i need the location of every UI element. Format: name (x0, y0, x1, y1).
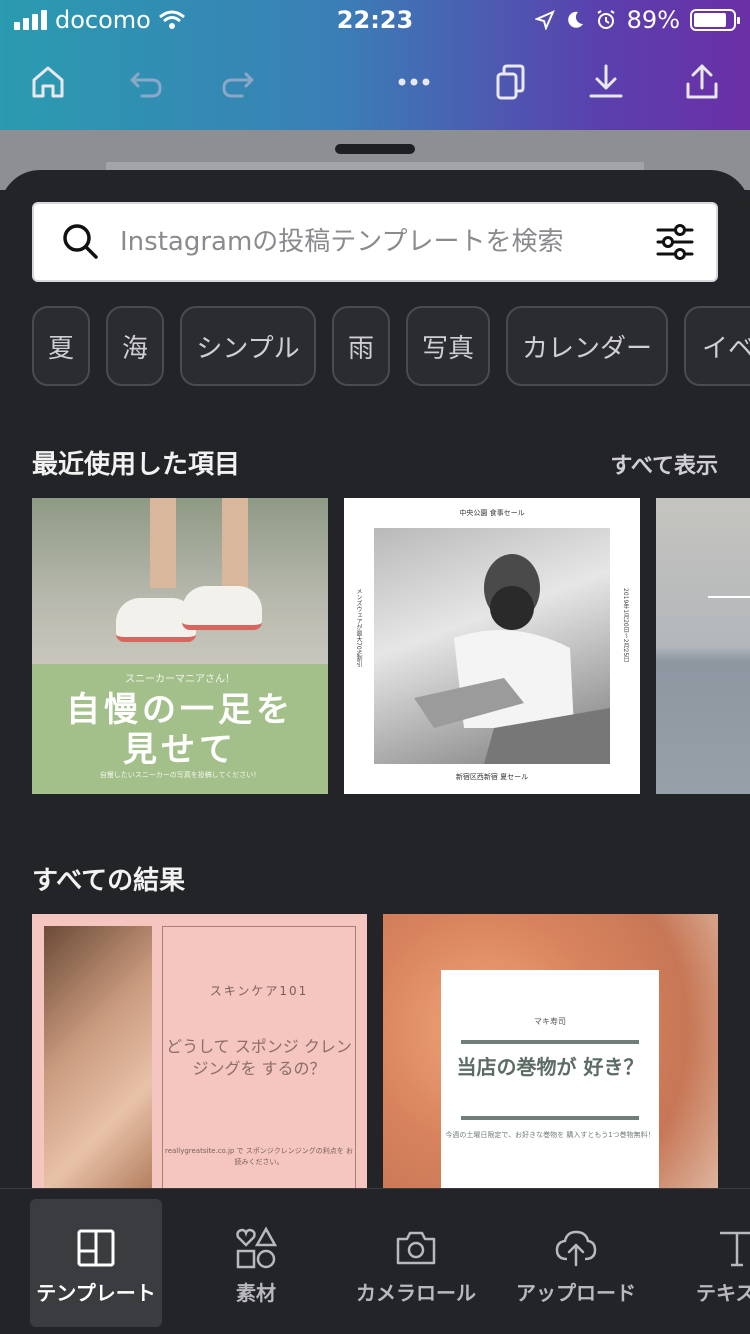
skincare-heading: スキンケア101 (209, 984, 309, 998)
text-icon (720, 1231, 750, 1267)
chip-summer[interactable]: 夏 (32, 306, 90, 386)
status-right: 89% (534, 6, 740, 34)
see-all-link[interactable]: すべて表示 (610, 448, 718, 480)
nav-camera-roll[interactable]: カメラロール (350, 1199, 482, 1327)
sneaker-headline-line2: 見せて (123, 730, 237, 770)
sushi-card: マキ寿司 当店の巻物が 好き？ 今週の土曜日限定で、お好きな巻物を 購入すともう… (441, 970, 659, 1200)
upload-icon (555, 1230, 597, 1267)
man-photo (374, 528, 610, 764)
elements-icon (236, 1226, 278, 1269)
top-bar: docomo 22:23 89% (0, 0, 750, 130)
recent-template-sneaker[interactable]: スニーカーマニアさん！ 自慢の一足を 見せて 自慢したいスニーカーの写真を投稿し… (32, 498, 328, 794)
recent-template-partial[interactable] (656, 498, 750, 794)
sneaker-caption: スニーカーマニアさん！ (125, 674, 235, 685)
sushi-bar-bottom (461, 1116, 639, 1120)
sushi-bar-top (461, 1040, 639, 1044)
template-icon (77, 1229, 115, 1267)
editor-toolbar (0, 50, 750, 114)
copy-icon (496, 64, 525, 100)
recent-template-menswear[interactable]: 中央公園 食事セール メンズウェアが最大70%割引 2019年1月20日〜2月2… (344, 498, 640, 794)
nav-camera-roll-label: カメラロール (356, 1281, 476, 1305)
nav-templates[interactable]: テンプレート (30, 1199, 162, 1327)
chip-event[interactable]: イベ (684, 306, 750, 386)
sneaker-photo (32, 498, 328, 664)
battery-icon (690, 9, 740, 31)
nav-elements[interactable]: 素材 (190, 1199, 322, 1327)
search-icon (63, 224, 98, 259)
nav-text[interactable]: テキスト (670, 1199, 750, 1327)
chip-rain[interactable]: 雨 (332, 306, 390, 386)
share-button[interactable] (678, 58, 726, 106)
undo-button[interactable] (122, 58, 170, 106)
menswear-side-right: 2019年1月20日〜2月25日 (622, 588, 629, 663)
sneaker-headline: 自慢の一足を 見せて (32, 690, 328, 770)
nav-upload-label: アップロード (516, 1281, 636, 1305)
skincare-body: どうして スポンジ クレンジングを するの？ (166, 1037, 352, 1078)
sushi-headline: 当店の巻物が 好き？ (456, 1055, 644, 1079)
more-icon (398, 78, 430, 86)
search-bar[interactable] (32, 202, 718, 282)
menswear-bottom-text: 新宿区西新宿 夏セール (455, 773, 529, 781)
more-button[interactable] (390, 58, 438, 106)
nav-upload[interactable]: アップロード (510, 1199, 642, 1327)
download-icon (589, 64, 623, 98)
template-sheet: 夏 海 シンプル 雨 写真 カレンダー イベ 最近使用した項目 すべて表示 スニ… (0, 170, 750, 1334)
result-template-skincare[interactable]: スキンケア101 どうして スポンジ クレンジングを するの？ reallygr… (32, 914, 367, 1204)
menswear-top-text: 中央公園 食事セール (459, 509, 525, 517)
nav-text-label: テキスト (696, 1281, 750, 1305)
skincare-footer: reallygreatsite.co.jp で スポンジクレンジングの利点を お… (164, 1147, 354, 1166)
filter-icon[interactable] (652, 219, 698, 265)
chip-simple[interactable]: シンプル (180, 306, 316, 386)
menswear-side-left: メンズウェアが最大70%割引 (355, 588, 362, 668)
woman-photo (44, 926, 152, 1196)
redo-button[interactable] (214, 58, 262, 106)
location-icon (534, 10, 555, 30)
chip-calendar[interactable]: カレンダー (506, 306, 668, 386)
undo-icon (130, 72, 162, 98)
share-icon (686, 64, 718, 99)
nav-elements-label: 素材 (236, 1281, 276, 1305)
chip-sea[interactable]: 海 (106, 306, 164, 386)
result-template-sushi[interactable]: マキ寿司 当店の巻物が 好き？ 今週の土曜日限定で、お好きな巻物を 購入すともう… (383, 914, 718, 1204)
recent-section-title: 最近使用した項目 (32, 450, 241, 480)
alarm-icon (597, 10, 615, 29)
download-button[interactable] (582, 58, 630, 106)
sushi-brand: マキ寿司 (534, 1017, 566, 1026)
moon-icon (567, 11, 583, 28)
status-bar: docomo 22:23 89% (0, 0, 750, 42)
nav-templates-label: テンプレート (36, 1281, 156, 1305)
sushi-description: 今週の土曜日限定で、お好きな巻物を 購入すともう1つ巻物無料！ (445, 1131, 655, 1139)
pages-button[interactable] (486, 58, 534, 106)
home-button[interactable] (24, 58, 72, 106)
partial-line (708, 596, 750, 598)
sneaker-headline-line1: 自慢の一足を (66, 690, 294, 730)
bottom-navigation: テンプレート 素材 カメラロール アップロード テキスト (0, 1188, 750, 1334)
chip-photo[interactable]: 写真 (406, 306, 490, 386)
battery-percent: 89% (626, 6, 680, 34)
camera-icon (396, 1231, 436, 1265)
sneaker-subtext: 自慢したいスニーカーの写真を投稿してください！ (99, 771, 261, 779)
suggestion-chips: 夏 海 シンプル 雨 写真 カレンダー イベ (32, 306, 750, 386)
results-section-title: すべての結果 (32, 866, 186, 896)
redo-icon (222, 72, 254, 98)
search-input[interactable] (120, 227, 652, 257)
sheet-drag-handle[interactable] (335, 144, 415, 154)
home-icon (32, 66, 64, 98)
